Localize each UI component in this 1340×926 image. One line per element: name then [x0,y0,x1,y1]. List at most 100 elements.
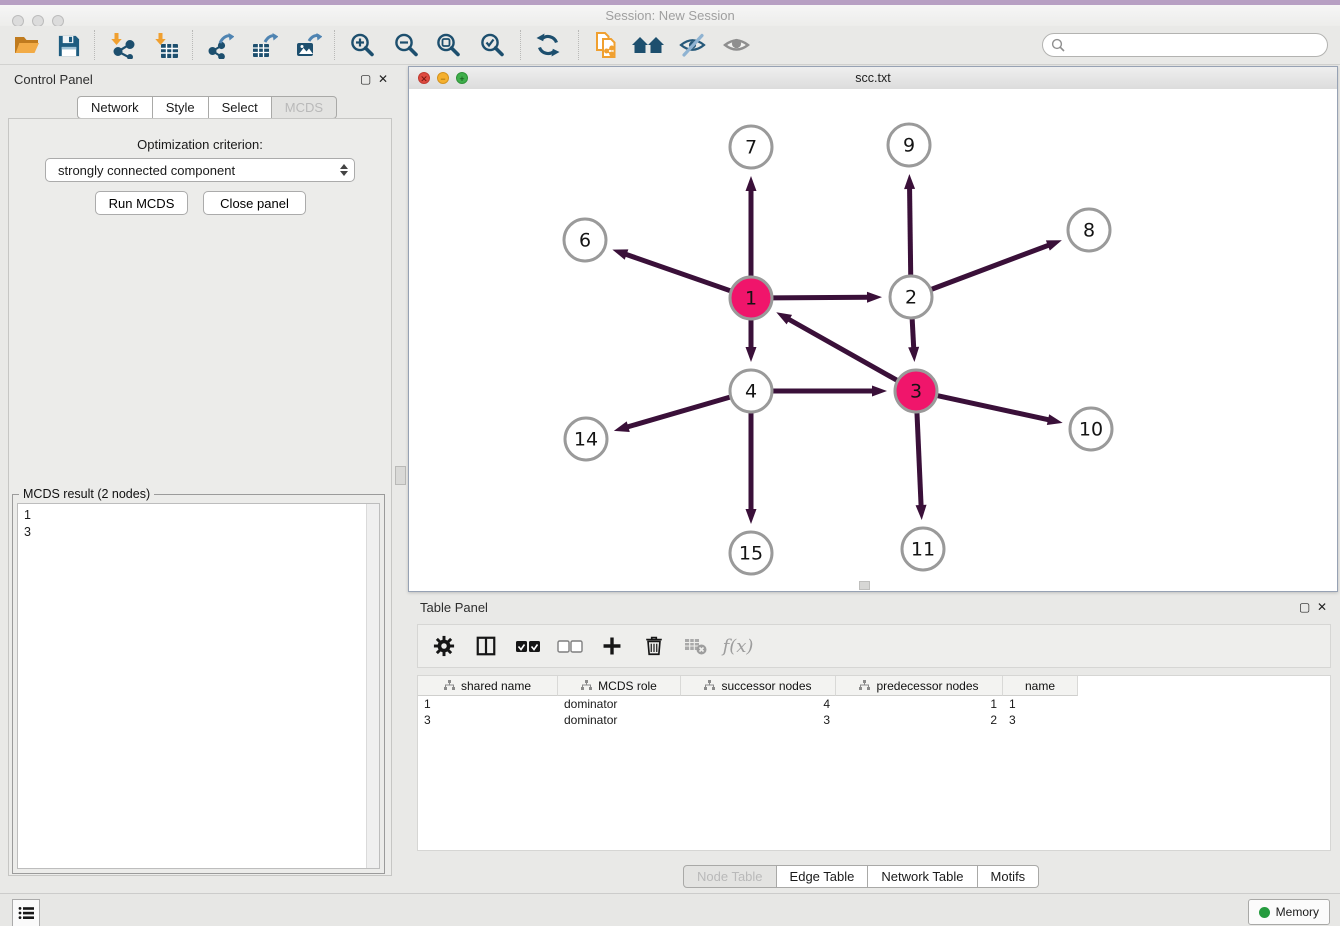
clone-network-button[interactable] [586,28,626,62]
control-panel-close-button[interactable]: ✕ [378,72,388,86]
graph-edge-4-14[interactable] [626,397,731,427]
network-resize-grip[interactable] [859,581,870,590]
column-header-predecessor-nodes[interactable]: predecessor nodes [836,676,1003,696]
search-input[interactable] [1065,37,1319,53]
network-close-button[interactable]: ✕ [418,72,430,84]
import-network-button[interactable] [102,28,142,62]
tab-network[interactable]: Network [77,96,153,119]
run-mcds-button[interactable]: Run MCDS [95,191,188,215]
import-table-button[interactable] [146,28,186,62]
zoom-selected-button[interactable] [472,28,512,62]
add-column-button[interactable] [598,632,626,660]
deselect-all-rows-button[interactable] [556,632,584,660]
tab-style[interactable]: Style [153,96,209,119]
table-panel-title: Table Panel [420,600,488,615]
select-all-rows-button[interactable] [514,632,542,660]
hide-selected-button[interactable] [672,28,712,62]
column-header-successor-nodes[interactable]: successor nodes [681,676,836,696]
control-panel-float-button[interactable]: ▢ [360,72,371,86]
tab-node-table[interactable]: Node Table [683,865,777,888]
table-panel-float-button[interactable]: ▢ [1299,600,1310,614]
network-window-controls: ✕ − + [418,72,468,84]
mcds-result-textarea[interactable]: 1 3 [17,503,380,869]
zoom-out-button[interactable] [386,28,426,62]
graph-node-10[interactable]: 10 [1070,408,1112,450]
graph-node-3[interactable]: 3 [895,370,937,412]
tree-icon [859,680,870,691]
graph-node-4[interactable]: 4 [730,370,772,412]
column-header-label: successor nodes [721,679,811,693]
graph-node-7[interactable]: 7 [730,126,772,168]
export-table-button[interactable] [244,28,284,62]
zoom-fit-button[interactable] [428,28,468,62]
table-tabs: Node TableEdge TableNetwork TableMotifs [683,865,1039,888]
table-options-button[interactable] [430,632,458,660]
graph-node-9[interactable]: 9 [888,124,930,166]
first-neighbors-button[interactable] [628,28,668,62]
task-history-button[interactable] [12,899,40,926]
tab-mcds[interactable]: MCDS [272,96,337,119]
search-field[interactable] [1042,33,1328,57]
tab-select[interactable]: Select [209,96,272,119]
tree-icon [444,680,455,691]
function-builder-button[interactable]: f(x) [724,632,752,660]
criterion-select[interactable]: strongly connected component [45,158,355,182]
zoom-in-button[interactable] [342,28,382,62]
status-bar: Memory [0,893,1340,926]
graph-node-8[interactable]: 8 [1068,209,1110,251]
refresh-icon [535,32,561,58]
tab-network-table[interactable]: Network Table [868,865,977,888]
column-header-MCDS-role[interactable]: MCDS role [558,676,681,696]
graph-edge-3-1[interactable] [788,319,898,381]
table-row[interactable]: 1dominator411 [418,696,1078,712]
delete-table-button[interactable] [682,632,710,660]
graph-edge-3-10[interactable] [937,395,1050,420]
node-table[interactable]: shared nameMCDS role successor nodes prede… [417,675,1331,851]
graph-edge-1-2[interactable] [772,297,869,298]
refresh-view-button[interactable] [528,28,568,62]
graph-edge-2-3[interactable] [912,318,914,349]
graph-node-6[interactable]: 6 [564,219,606,261]
delete-column-button[interactable] [640,632,668,660]
table-panel-close-button[interactable]: ✕ [1317,600,1327,614]
graph-node-1[interactable]: 1 [730,277,772,319]
tab-edge-table[interactable]: Edge Table [777,865,869,888]
graph-node-15[interactable]: 15 [730,532,772,574]
result-scrollbar[interactable] [366,504,379,868]
table-cell: dominator [558,712,681,728]
tab-motifs[interactable]: Motifs [978,865,1040,888]
close-panel-button[interactable]: Close panel [203,191,306,215]
graph-edge-3-11[interactable] [917,412,921,507]
export-network-button[interactable] [200,28,240,62]
export-image-button[interactable] [288,28,328,62]
node-label: 2 [905,287,917,309]
plus-icon [601,635,623,657]
import-network-icon [109,32,135,59]
show-all-button[interactable] [716,28,756,62]
graph-node-2[interactable]: 2 [890,276,932,318]
table-cell: 1 [836,696,1003,712]
graph-edge-2-9[interactable] [910,187,911,276]
graph-node-14[interactable]: 14 [565,418,607,460]
save-session-button[interactable] [48,28,88,62]
eye-slash-icon [679,32,706,58]
houses-icon [631,33,665,57]
graph-edge-1-6[interactable] [625,254,732,291]
network-canvas[interactable]: 7 9 6 8 1 2 4 3 14 10 15 11 [409,89,1337,591]
column-header-shared-name[interactable]: shared name [418,676,558,696]
table-cell: 2 [836,712,1003,728]
show-column-button[interactable] [472,632,500,660]
graph-node-11[interactable]: 11 [902,528,944,570]
panel-splitter-handle[interactable] [395,466,406,485]
graph-edge-arrowhead [614,421,630,432]
memory-button[interactable]: Memory [1248,899,1330,925]
optimization-criterion-label: Optimization criterion: [0,137,400,152]
application-window: Session: New Session [0,0,1340,926]
network-minimize-button[interactable]: − [437,72,449,84]
table-row[interactable]: 3dominator323 [418,712,1078,728]
open-file-button[interactable] [6,28,46,62]
import-table-icon [153,32,179,59]
column-header-name[interactable]: name [1003,676,1078,696]
graph-edge-2-8[interactable] [931,245,1050,290]
network-zoom-button[interactable]: + [456,72,468,84]
